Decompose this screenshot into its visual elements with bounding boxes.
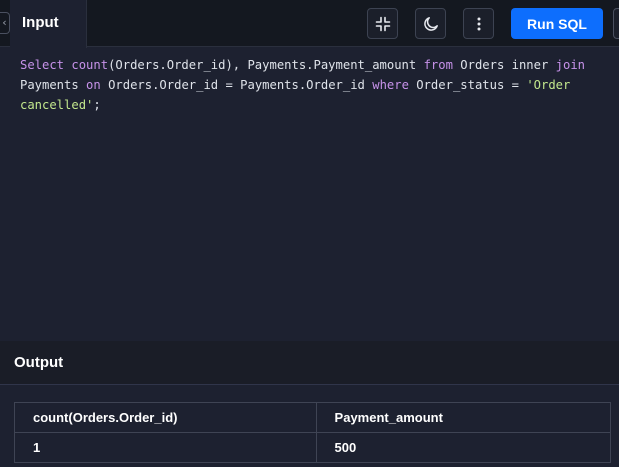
output-header: Output: [0, 341, 619, 385]
string-literal: 'Order: [526, 78, 571, 92]
sql-editor-app: ‹ Input Run SQL Select count(Orders.Orde…: [0, 0, 619, 467]
column-header: count(Orders.Order_id): [14, 402, 317, 433]
more-options-button[interactable]: [463, 8, 494, 39]
chevron-left-icon[interactable]: ‹: [0, 12, 10, 34]
keyword-where: where: [372, 78, 409, 92]
theme-toggle-button[interactable]: [415, 8, 446, 39]
code-text: Payments: [20, 78, 87, 92]
code-text: ;: [93, 98, 101, 112]
sql-code[interactable]: Select count(Orders.Order_id), Payments.…: [20, 55, 616, 115]
keyword-select: Select: [20, 58, 65, 72]
code-editor[interactable]: Select count(Orders.Order_id), Payments.…: [0, 48, 619, 341]
table-row: 1 500: [14, 432, 612, 463]
keyword-from: from: [423, 58, 453, 72]
toolbar: ‹ Input Run SQL: [0, 0, 619, 48]
run-sql-button[interactable]: Run SQL: [511, 8, 603, 39]
tab-input-label: Input: [22, 14, 59, 31]
overflow-button[interactable]: [613, 8, 619, 39]
function-count: count: [71, 58, 109, 72]
output-panel: count(Orders.Order_id) Payment_amount 1 …: [0, 386, 619, 467]
code-text: Order_status =: [408, 78, 527, 92]
code-text: (Orders.Order_id), Payments.Payment_amou…: [108, 58, 424, 72]
result-table: count(Orders.Order_id) Payment_amount 1 …: [14, 402, 612, 463]
code-text: Orders inner: [452, 58, 556, 72]
moon-icon: [423, 16, 438, 31]
table-cell: 1: [14, 432, 317, 463]
table-cell: 500: [315, 432, 612, 463]
output-title: Output: [14, 354, 64, 371]
collapse-button[interactable]: [367, 8, 398, 39]
collapse-icon: [375, 16, 390, 31]
keyword-join: join: [555, 58, 586, 72]
more-vertical-icon: [477, 17, 480, 30]
tab-input[interactable]: Input: [10, 0, 87, 48]
column-header: Payment_amount: [315, 402, 612, 433]
string-literal: cancelled': [20, 98, 94, 112]
keyword-on: on: [86, 78, 101, 92]
table-header-row: count(Orders.Order_id) Payment_amount: [14, 402, 612, 433]
code-text: Orders.Order_id = Payments.Order_id: [100, 78, 373, 92]
